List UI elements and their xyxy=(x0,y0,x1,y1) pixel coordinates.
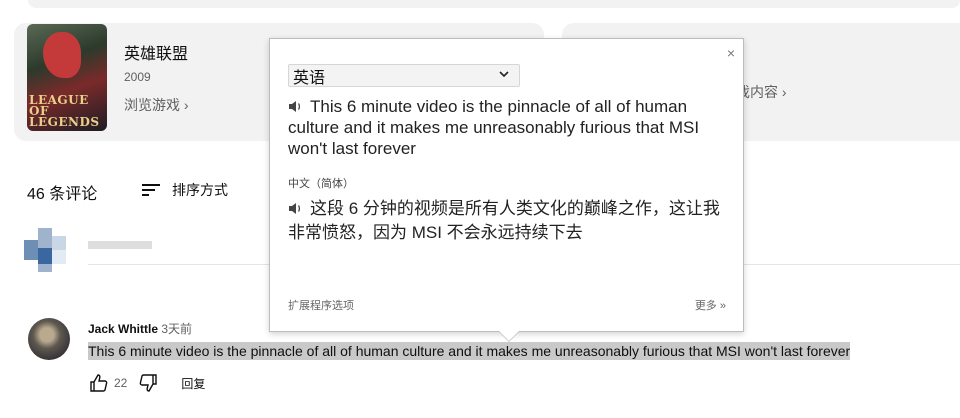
original-text: This 6 minute video is the pinnacle of a… xyxy=(288,97,700,158)
translated-text-block: 这段 6 分钟的视频是所有人类文化的巅峰之作，这让我非常愤怒，因为 MSI 不会… xyxy=(288,197,728,245)
browse-game-link[interactable]: 浏览游戏 › xyxy=(124,95,189,115)
like-count: 22 xyxy=(114,376,128,390)
sort-label: 排序方式 xyxy=(172,182,228,198)
sort-button[interactable]: 排序方式 xyxy=(142,180,228,200)
comment-text: This 6 minute video is the pinnacle of a… xyxy=(88,342,851,360)
game-title[interactable]: 英雄联盟 xyxy=(124,40,188,64)
game-art xyxy=(43,32,81,78)
game-thumbnail[interactable]: LEAGUE OF LEGENDS xyxy=(27,24,107,131)
original-text-block: This 6 minute video is the pinnacle of a… xyxy=(288,96,728,159)
reply-button[interactable]: 回复 xyxy=(181,375,205,392)
extension-options-link[interactable]: 扩展程序选项 xyxy=(288,297,354,313)
comment-time[interactable]: 3天前 xyxy=(161,322,192,336)
game-year: 2009 xyxy=(124,70,151,84)
speaker-icon[interactable] xyxy=(288,97,304,112)
source-language-value: 英语 xyxy=(293,69,326,87)
translated-text: 这段 6 分钟的视频是所有人类文化的巅峰之作，这让我非常愤怒，因为 MSI 不会… xyxy=(288,199,720,242)
speaker-icon[interactable] xyxy=(288,198,304,214)
comment-input-placeholder[interactable] xyxy=(88,241,152,249)
comment-header: Jack Whittle 3天前 xyxy=(88,320,192,337)
sort-icon xyxy=(142,182,162,198)
avatar[interactable] xyxy=(28,318,70,360)
thumbs-down-icon[interactable] xyxy=(137,372,159,394)
popup-pointer-fill xyxy=(499,331,519,341)
comment-actions: 22 回复 xyxy=(88,372,205,394)
chevron-down-icon xyxy=(499,69,509,82)
top-strip xyxy=(28,0,960,8)
close-icon[interactable]: × xyxy=(727,45,735,61)
game-logo: LEAGUE OF LEGENDS xyxy=(29,93,100,129)
target-language-label: 中文（简体） xyxy=(288,178,354,190)
source-language-select[interactable]: 英语 xyxy=(288,64,520,87)
translation-popup: × 英语 This 6 minute video is the pinnacle… xyxy=(269,38,744,342)
more-link[interactable]: 更多 » xyxy=(695,297,726,313)
avatar xyxy=(24,228,68,272)
comment-author[interactable]: Jack Whittle xyxy=(88,322,158,336)
comments-count: 46 条评论 xyxy=(27,186,98,203)
thumbs-up-icon[interactable] xyxy=(88,372,110,394)
